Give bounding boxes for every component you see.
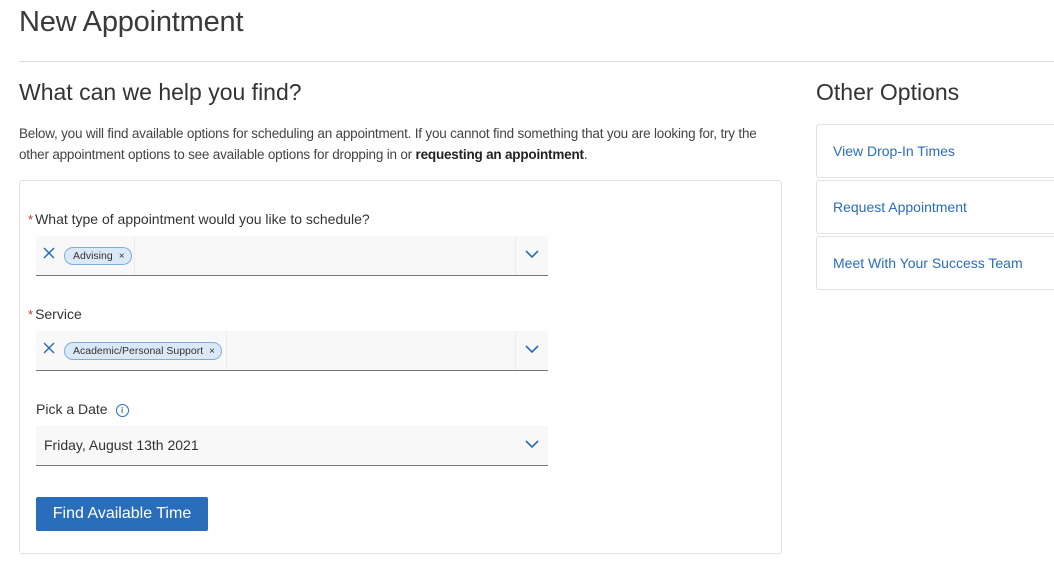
page-title: New Appointment — [19, 6, 244, 38]
value-separator — [134, 236, 135, 275]
option-link[interactable]: View Drop-In Times — [833, 143, 955, 159]
intro-bold: requesting an appointment — [415, 147, 584, 162]
chip-label: Academic/Personal Support — [73, 345, 204, 357]
service-select[interactable]: Academic/Personal Support × — [36, 331, 548, 371]
required-mark: * — [28, 212, 34, 227]
find-available-time-button[interactable]: Find Available Time — [36, 497, 208, 531]
option-view-drop-in-times[interactable]: View Drop-In Times — [816, 124, 1054, 178]
info-icon[interactable]: i — [115, 403, 129, 417]
service-label: * Service — [28, 306, 82, 322]
date-label-text: Pick a Date — [36, 401, 108, 417]
chip-label: Advising — [73, 250, 113, 262]
date-select[interactable]: Friday, August 13th 2021 — [36, 426, 548, 466]
chevron-down-icon[interactable] — [525, 249, 539, 259]
date-value: Friday, August 13th 2021 — [44, 437, 199, 453]
chip-remove-icon[interactable]: × — [119, 251, 125, 262]
other-options-title: Other Options — [816, 79, 960, 105]
clear-icon[interactable] — [42, 341, 56, 355]
appointment-type-label: * What type of appointment would you like… — [28, 211, 370, 227]
required-mark: * — [28, 307, 34, 322]
option-meet-success-team[interactable]: Meet With Your Success Team — [816, 236, 1054, 290]
service-label-text: Service — [35, 306, 82, 322]
option-link[interactable]: Request Appointment — [833, 199, 967, 215]
appointment-form-card: * What type of appointment would you like… — [19, 180, 782, 554]
section-title: What can we help you find? — [19, 79, 302, 105]
intro-body: Below, you will find available options f… — [19, 126, 757, 162]
clear-icon[interactable] — [42, 246, 56, 260]
option-request-appointment[interactable]: Request Appointment — [816, 180, 1054, 234]
header-divider — [19, 61, 1054, 62]
chevron-down-icon[interactable] — [525, 344, 539, 354]
chip-remove-icon[interactable]: × — [209, 346, 215, 357]
selected-chip-service: Academic/Personal Support × — [64, 342, 222, 360]
date-label: Pick a Date i — [36, 401, 129, 417]
option-link[interactable]: Meet With Your Success Team — [833, 255, 1023, 271]
appointment-type-select[interactable]: Advising × — [36, 236, 548, 276]
appointment-type-label-text: What type of appointment would you like … — [35, 211, 370, 227]
value-separator — [226, 331, 227, 370]
intro-end: . — [583, 147, 588, 162]
chevron-down-icon[interactable] — [525, 439, 539, 449]
selected-chip-advising: Advising × — [64, 247, 132, 265]
intro-text: Below, you will find available options f… — [19, 123, 789, 165]
